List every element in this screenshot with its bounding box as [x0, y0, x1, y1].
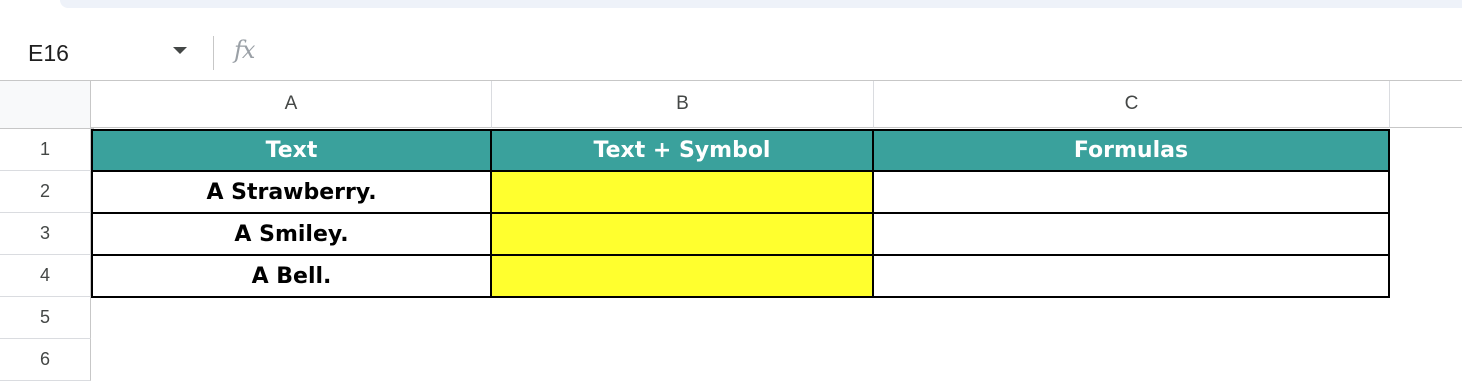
- formula-bar: E16 fx: [0, 22, 1462, 81]
- name-box-value: E16: [28, 40, 69, 66]
- cell-b2[interactable]: [492, 172, 874, 214]
- row-header-6[interactable]: 6: [0, 339, 91, 381]
- row-header-4[interactable]: 4: [0, 255, 91, 297]
- row-header-1[interactable]: 1: [0, 129, 91, 171]
- spreadsheet-grid: A B C 1 2 3 4 5 6 Text Text + Symbol For…: [0, 81, 1462, 381]
- cell-c1[interactable]: Formulas: [874, 129, 1390, 172]
- cell-c4[interactable]: [874, 256, 1390, 298]
- name-box[interactable]: E16: [16, 34, 196, 68]
- row-header-2[interactable]: 2: [0, 171, 91, 213]
- cell-b3[interactable]: [492, 214, 874, 256]
- formula-bar-divider: [213, 36, 214, 70]
- cell-a3[interactable]: A Smiley.: [91, 214, 492, 256]
- cell-b1[interactable]: Text + Symbol: [492, 129, 874, 172]
- chevron-down-icon[interactable]: [173, 47, 187, 54]
- cell-c3[interactable]: [874, 214, 1390, 256]
- toolbar-edge: [60, 0, 1462, 8]
- row-header-3[interactable]: 3: [0, 213, 91, 255]
- column-header-a[interactable]: A: [91, 81, 492, 128]
- cell-a2[interactable]: A Strawberry.: [91, 172, 492, 214]
- select-all-corner[interactable]: [0, 81, 94, 132]
- cell-a1[interactable]: Text: [91, 129, 492, 172]
- top-toolbar-strip: [0, 0, 1462, 22]
- fx-icon: fx: [234, 36, 255, 64]
- cell-b4[interactable]: [492, 256, 874, 298]
- column-header-d[interactable]: [1390, 81, 1462, 128]
- column-header-b[interactable]: B: [492, 81, 874, 128]
- column-header-c[interactable]: C: [874, 81, 1390, 128]
- cell-a4[interactable]: A Bell.: [91, 256, 492, 298]
- row-header-5[interactable]: 5: [0, 297, 91, 339]
- cell-c2[interactable]: [874, 172, 1390, 214]
- formula-input[interactable]: [280, 34, 1450, 68]
